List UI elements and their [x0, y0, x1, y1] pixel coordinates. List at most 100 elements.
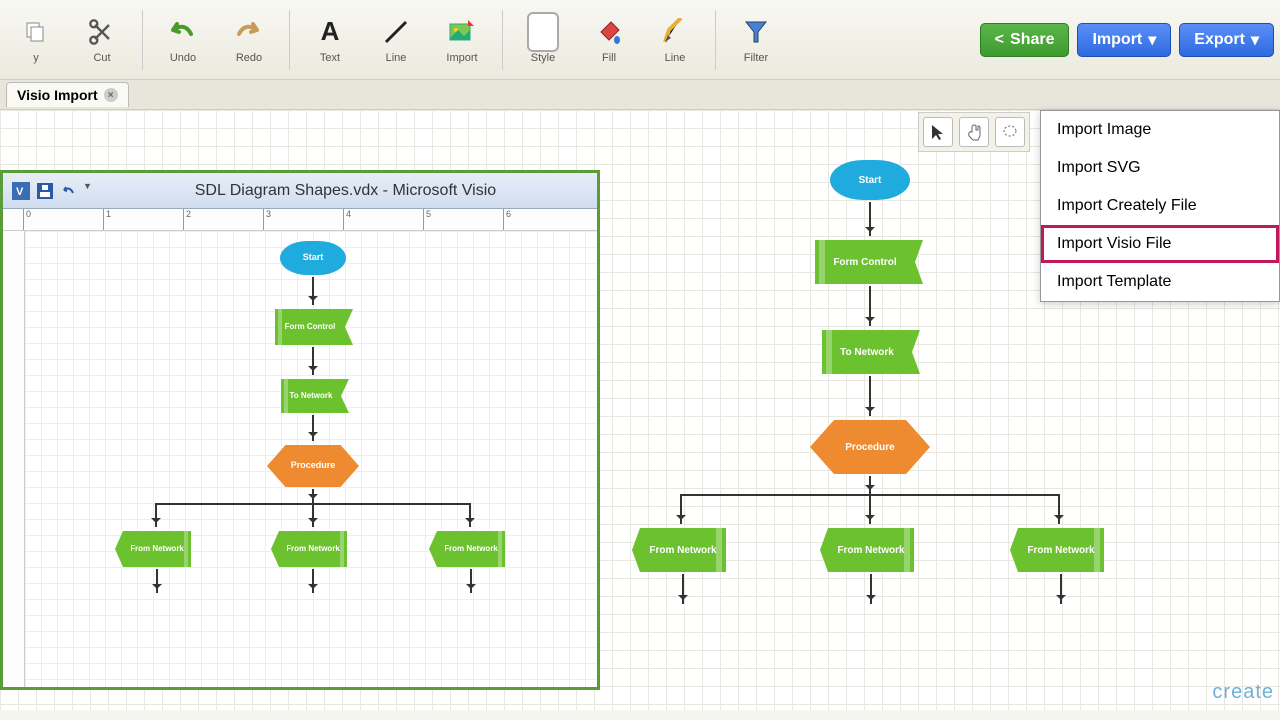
start-shape[interactable]: Start	[830, 160, 910, 200]
arrow	[312, 415, 314, 441]
dropdown-arrow-icon[interactable]: ▼	[83, 181, 92, 201]
paint-bucket-icon	[593, 16, 625, 48]
arrow	[680, 494, 682, 524]
shape-label: From Network	[649, 545, 716, 556]
share-label: Share	[1010, 31, 1054, 49]
from-network-shape[interactable]: From Network	[279, 531, 347, 567]
export-btn-label: Export	[1194, 31, 1245, 49]
line-icon	[380, 16, 412, 48]
from-network-shape[interactable]: From Network	[1018, 528, 1104, 572]
ruler-tick: 4	[343, 209, 351, 230]
line-tool[interactable]: Line	[366, 5, 426, 75]
main-toolbar: y Cut Undo Redo A Text Line Import Style…	[0, 0, 1280, 80]
chevron-down-icon: ▾	[1251, 30, 1259, 50]
save-icon[interactable]	[35, 181, 55, 201]
arrow	[469, 503, 471, 527]
style-tool[interactable]: Style	[513, 5, 573, 75]
procedure-shape[interactable]: Procedure	[267, 445, 359, 487]
arrow	[1060, 574, 1062, 604]
separator	[715, 10, 716, 70]
ruler-tick: 2	[183, 209, 191, 230]
redo-tool[interactable]: Redo	[219, 5, 279, 75]
scissors-icon	[86, 16, 118, 48]
from-network-shape[interactable]: From Network	[123, 531, 191, 567]
import-visio-item[interactable]: Import Visio File	[1041, 225, 1279, 263]
undo-label: Undo	[170, 52, 196, 64]
tab-bar: Visio Import ×	[0, 80, 1280, 110]
separator	[502, 10, 503, 70]
style-box-icon	[527, 16, 559, 48]
share-icon: <	[995, 31, 1004, 49]
chevron-down-icon: ▾	[1148, 30, 1156, 50]
undo-tool[interactable]: Undo	[153, 5, 213, 75]
to-network-shape[interactable]: To Network	[822, 330, 912, 374]
document-tab[interactable]: Visio Import ×	[6, 82, 129, 107]
from-network-shape[interactable]: From Network	[437, 531, 505, 567]
filter-label: Filter	[744, 52, 768, 64]
arrow	[869, 286, 871, 326]
pointer-tool[interactable]	[923, 117, 953, 147]
arrow	[682, 574, 684, 604]
arrow	[870, 574, 872, 604]
ruler-tick: 5	[423, 209, 431, 230]
copy-tool[interactable]: y	[6, 5, 66, 75]
import-template-item[interactable]: Import Template	[1041, 263, 1279, 301]
pan-tool[interactable]	[959, 117, 989, 147]
separator	[142, 10, 143, 70]
form-control-shape[interactable]: Form Control	[815, 240, 915, 284]
from-network-shape[interactable]: From Network	[640, 528, 726, 572]
visio-body: Start Form Control To Network Procedure …	[3, 231, 597, 687]
text-icon: A	[314, 16, 346, 48]
visio-ruler-horizontal: 0 1 2 3 4 5 6	[3, 209, 597, 231]
fill-label: Fill	[602, 52, 616, 64]
shape-label: From Network	[1027, 545, 1094, 556]
svg-text:V: V	[16, 186, 24, 198]
arrow	[1058, 494, 1060, 524]
ruler-tick: 6	[503, 209, 511, 230]
style-label: Style	[531, 52, 555, 64]
visio-quick-access: V ▼	[11, 181, 92, 201]
visio-titlebar: V ▼ SDL Diagram Shapes.vdx - Microsoft V…	[3, 173, 597, 209]
visio-window-title: SDL Diagram Shapes.vdx - Microsoft Visio	[102, 182, 589, 200]
import-button[interactable]: Import ▾	[1077, 23, 1171, 57]
shape-label: Form Control	[833, 257, 896, 268]
arrow	[156, 569, 158, 593]
arrow	[155, 503, 157, 527]
undo-icon[interactable]	[59, 181, 79, 201]
visio-app-icon[interactable]: V	[11, 181, 31, 201]
share-button[interactable]: < Share	[980, 23, 1070, 57]
to-network-shape[interactable]: To Network	[281, 379, 341, 413]
import-btn-label: Import	[1092, 31, 1142, 49]
import-creately-item[interactable]: Import Creately File	[1041, 187, 1279, 225]
import-image-item[interactable]: Import Image	[1041, 111, 1279, 149]
export-button[interactable]: Export ▾	[1179, 23, 1274, 57]
form-control-shape[interactable]: Form Control	[275, 309, 345, 345]
arrow	[869, 494, 871, 524]
cut-label: Cut	[93, 52, 110, 64]
shape-label: To Network	[290, 392, 333, 401]
funnel-icon	[740, 16, 772, 48]
cut-tool[interactable]: Cut	[72, 5, 132, 75]
line-style-tool[interactable]: Line	[645, 5, 705, 75]
import-tool[interactable]: Import	[432, 5, 492, 75]
import-svg-item[interactable]: Import SVG	[1041, 149, 1279, 187]
fill-tool[interactable]: Fill	[579, 5, 639, 75]
from-network-shape[interactable]: From Network	[828, 528, 914, 572]
text-tool[interactable]: A Text	[300, 5, 360, 75]
selection-toolbar	[918, 112, 1030, 152]
visio-window: V ▼ SDL Diagram Shapes.vdx - Microsoft V…	[0, 170, 600, 690]
visio-canvas[interactable]: Start Form Control To Network Procedure …	[25, 231, 597, 687]
text-label: Text	[320, 52, 340, 64]
arrow	[312, 489, 314, 503]
close-icon[interactable]: ×	[104, 88, 118, 102]
filter-tool[interactable]: Filter	[726, 5, 786, 75]
visio-ruler-vertical	[3, 231, 25, 687]
creately-logo: create	[1212, 681, 1274, 704]
import-label: Import	[446, 52, 477, 64]
procedure-shape[interactable]: Procedure	[810, 420, 930, 474]
separator	[289, 10, 290, 70]
lasso-tool[interactable]	[995, 117, 1025, 147]
shape-label: Form Control	[285, 323, 336, 332]
start-shape[interactable]: Start	[280, 241, 346, 275]
redo-icon	[233, 16, 265, 48]
